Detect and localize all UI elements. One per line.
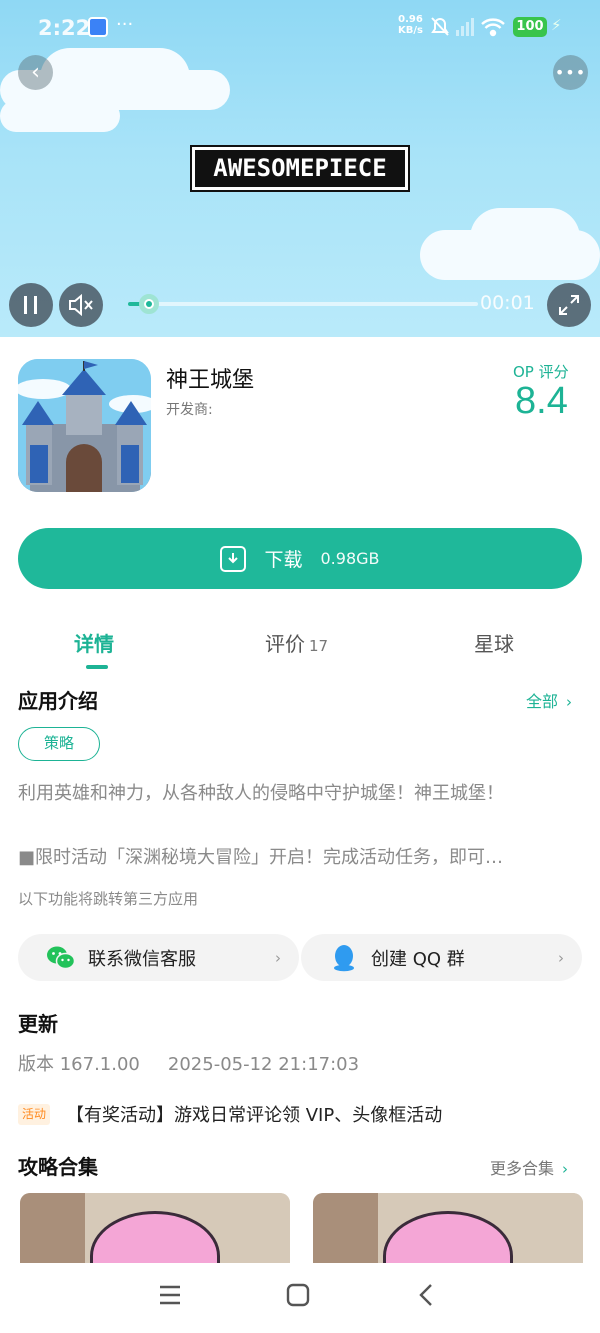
- tab-label: 星球: [474, 632, 514, 656]
- more-guides-link[interactable]: 更多合集 ›: [490, 1155, 568, 1179]
- wifi-icon: [481, 18, 505, 37]
- update-title: 更新: [18, 1012, 58, 1036]
- cloud-decoration: [40, 48, 190, 108]
- intro-title: 应用介绍: [18, 689, 98, 713]
- battery-indicator: 100: [513, 17, 547, 37]
- chevron-right-icon: ›: [558, 948, 564, 967]
- intro-more-link[interactable]: 全部 ›: [526, 688, 572, 712]
- video-player[interactable]: AWESOMEPIECE 2:22 ··· 0.96 KB/s 100 ⚡ ‹: [0, 0, 600, 337]
- pause-icon: [24, 296, 37, 314]
- download-icon: [220, 545, 247, 572]
- chevron-right-icon: ›: [566, 693, 573, 711]
- cloud-decoration: [0, 100, 120, 132]
- active-tab-indicator: [86, 665, 108, 669]
- cellular-signal-icon: [456, 18, 474, 36]
- download-button[interactable]: 下载 0.98GB: [18, 528, 582, 589]
- net-speed-unit: KB/s: [398, 25, 423, 36]
- video-time: 00:01: [480, 292, 535, 314]
- wechat-service-button[interactable]: 联系微信客服 ›: [18, 934, 299, 981]
- guide-card[interactable]: [313, 1193, 583, 1273]
- create-qq-group-button[interactable]: 创建 QQ 群 ›: [301, 934, 582, 981]
- fullscreen-icon: [559, 295, 579, 315]
- speaker-muted-icon: [69, 294, 93, 316]
- more-guides-label: 更多合集: [490, 1159, 555, 1178]
- intro-more-label: 全部: [526, 692, 559, 711]
- activity-link[interactable]: 【有奖活动】游戏日常评论领 VIP、头像框活动: [66, 1101, 442, 1127]
- status-bar: 2:22 ··· 0.96 KB/s 100 ⚡: [0, 0, 600, 56]
- mute-button[interactable]: [59, 283, 103, 327]
- update-date: 2025-05-12 21:17:03: [167, 1054, 360, 1075]
- back-nav-icon[interactable]: [416, 1283, 436, 1314]
- castle-icon: [18, 359, 151, 492]
- guides-title: 攻略合集: [18, 1155, 98, 1179]
- home-icon[interactable]: [286, 1283, 310, 1314]
- status-icons: [431, 17, 505, 37]
- tab-details[interactable]: 详情: [74, 628, 114, 657]
- cloud-decoration: [470, 208, 580, 268]
- developer-label: 开发商:: [166, 402, 213, 418]
- menu-icon[interactable]: [158, 1283, 182, 1313]
- charging-icon: ⚡: [551, 16, 562, 34]
- back-button[interactable]: ‹: [18, 55, 53, 90]
- notification-app-icon: [88, 17, 108, 37]
- qq-group-label: 创建 QQ 群: [371, 948, 465, 970]
- game-logo: AWESOMEPIECE: [190, 145, 410, 192]
- score-value: 8.4: [515, 380, 568, 422]
- third-party-note: 以下功能将跳转第三方应用: [18, 890, 199, 908]
- wechat-icon: [46, 943, 76, 973]
- tab-reviews[interactable]: 评价 17: [265, 628, 328, 657]
- activity-badge: 活动: [18, 1104, 51, 1125]
- more-notifications-icon: ···: [116, 14, 134, 35]
- download-size: 0.98GB: [320, 549, 380, 568]
- description-line-2: ■限时活动「深渊秘境大冒险」开启！完成活动任务，即可…: [18, 847, 504, 868]
- wechat-service-label: 联系微信客服: [88, 948, 196, 970]
- guide-card[interactable]: [20, 1193, 290, 1273]
- category-tag[interactable]: 策略: [18, 727, 100, 761]
- mute-bell-icon: [431, 17, 449, 36]
- version-info: 版本 167.1.00 2025-05-12 21:17:03: [18, 1050, 359, 1076]
- tab-label: 详情: [74, 632, 114, 656]
- chevron-right-icon: ›: [562, 1160, 569, 1178]
- description-line-1: 利用英雄和神力，从各种敌人的侵略中守护城堡！神王城堡！: [18, 783, 504, 804]
- more-dots-icon: •••: [554, 63, 587, 82]
- chevron-left-icon: ‹: [31, 60, 40, 85]
- system-nav-bar: [0, 1263, 600, 1333]
- version-number: 版本 167.1.00: [18, 1054, 140, 1075]
- chevron-right-icon: ›: [275, 948, 281, 967]
- qq-icon: [329, 943, 359, 973]
- pause-button[interactable]: [9, 283, 53, 327]
- score-label: OP 评分: [513, 363, 569, 381]
- fullscreen-button[interactable]: [547, 283, 591, 327]
- network-speed: 0.96 KB/s: [398, 14, 423, 36]
- review-count: 17: [309, 637, 329, 655]
- more-options-button[interactable]: •••: [553, 55, 588, 90]
- status-time: 2:22: [38, 16, 91, 40]
- app-icon: [18, 359, 151, 492]
- video-progress-bar[interactable]: [128, 294, 478, 314]
- app-name: 神王城堡: [166, 368, 255, 393]
- tab-label: 评价: [265, 632, 305, 656]
- net-speed-value: 0.96: [398, 14, 423, 25]
- tab-planet[interactable]: 星球: [474, 628, 514, 657]
- progress-knob[interactable]: [139, 294, 159, 314]
- download-label: 下载: [264, 549, 303, 571]
